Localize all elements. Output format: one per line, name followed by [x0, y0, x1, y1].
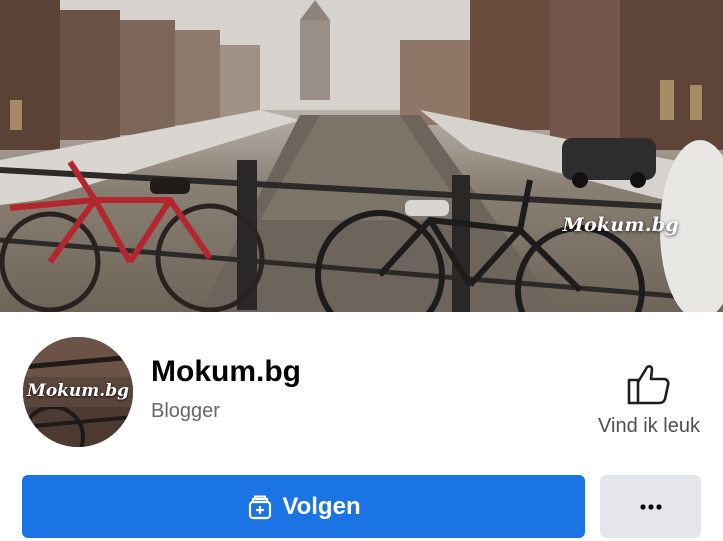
- like-label: Vind ik leuk: [598, 415, 700, 437]
- ellipsis-icon: [639, 503, 662, 510]
- cover-watermark: Mokum.bg: [562, 214, 679, 236]
- cover-photo[interactable]: Mokum.bg: [0, 0, 723, 312]
- cover-photo-scene: [0, 0, 723, 312]
- page-name: Mokum.bg: [151, 355, 301, 388]
- like-button[interactable]: Vind ik leuk: [590, 360, 708, 438]
- follow-label: Volgen: [282, 492, 361, 520]
- follow-button[interactable]: Volgen: [22, 475, 585, 538]
- page-category: Blogger: [151, 400, 220, 422]
- follow-icon: [249, 495, 272, 519]
- avatar-watermark: Mokum.bg: [27, 381, 129, 401]
- page-avatar[interactable]: Mokum.bg: [23, 337, 133, 447]
- thumbs-up-icon: [627, 365, 670, 405]
- more-options-button[interactable]: [600, 475, 701, 538]
